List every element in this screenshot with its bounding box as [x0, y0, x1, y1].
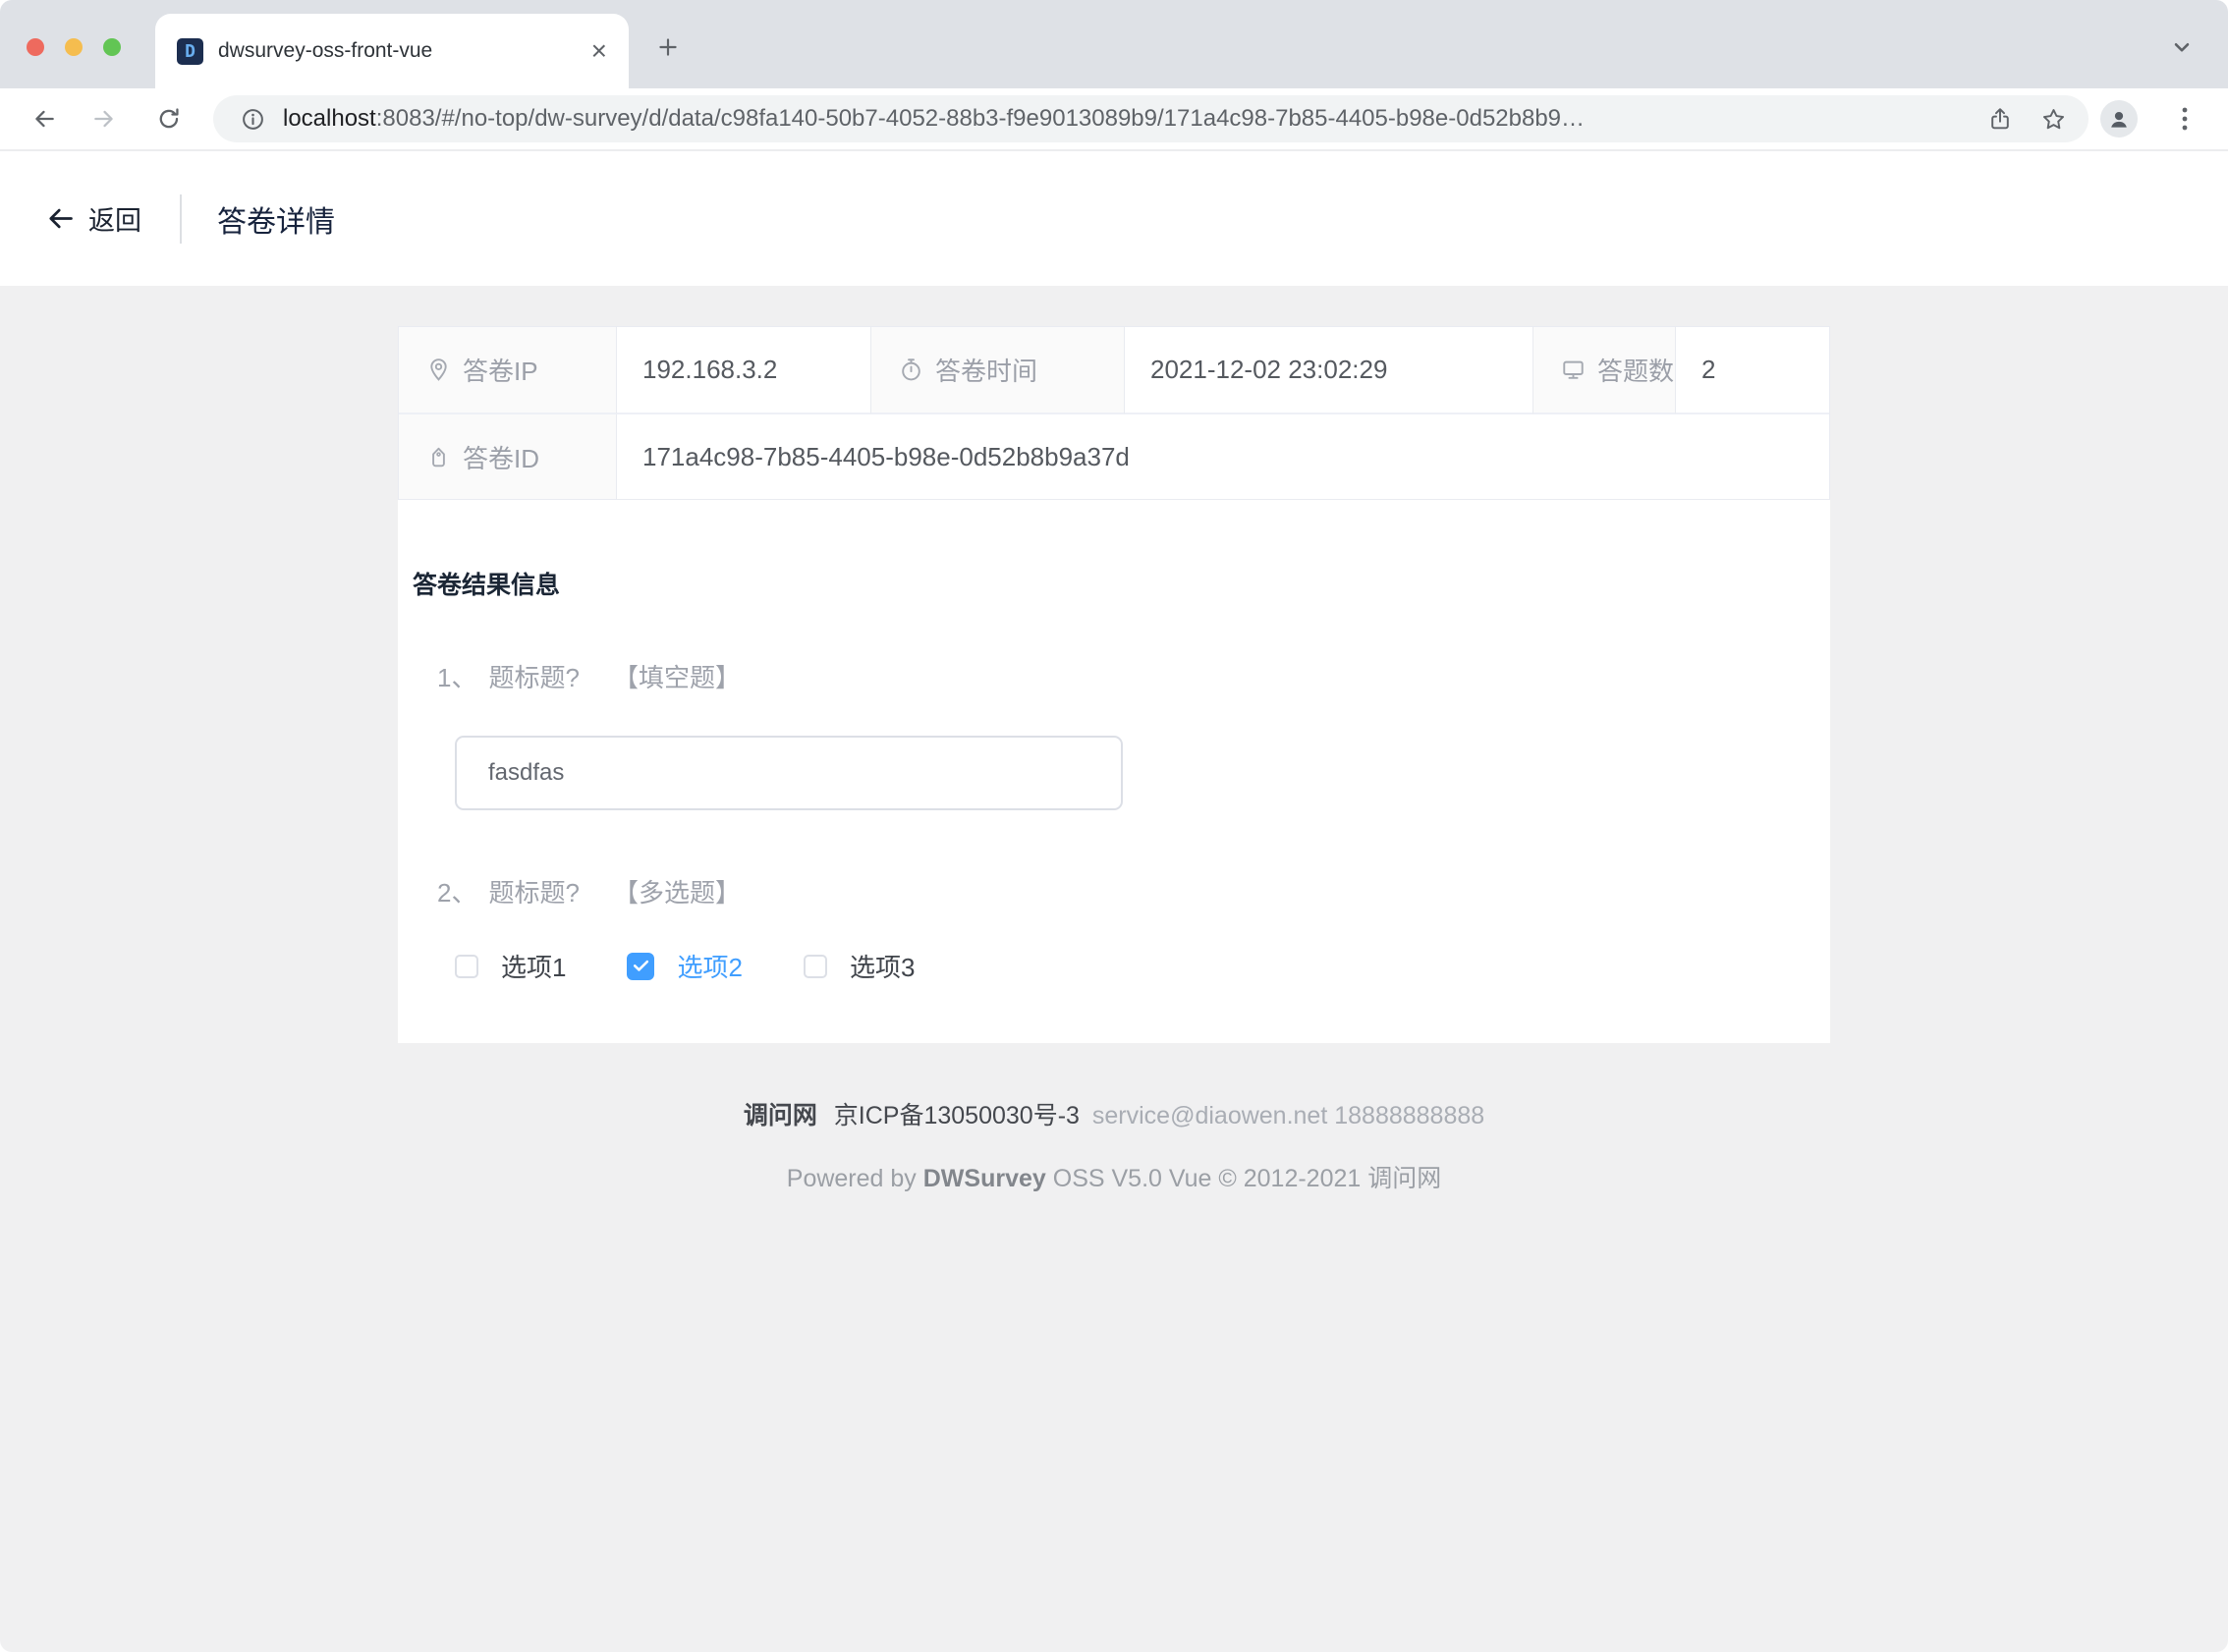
fullscreen-window-button[interactable]: [103, 38, 121, 56]
footer-icp: 京ICP备13050030号-3: [834, 1102, 1080, 1129]
answer-ip-label: 答卷IP: [463, 352, 538, 388]
footer-powered-prefix: Powered by: [787, 1165, 917, 1192]
minimize-window-button[interactable]: [65, 38, 83, 56]
url-path: :8083/#/no-top/dw-survey/d/data/c98fa140…: [376, 105, 1585, 132]
answer-ip-label-cell: 答卷IP: [399, 327, 617, 414]
page-body: 答卷IP 192.168.3.2 答卷时间 2021-12-02 23:02:2…: [0, 286, 2228, 1652]
back-label: 返回: [88, 199, 141, 238]
answer-time-value: 2021-12-02 23:02:29: [1125, 327, 1533, 414]
footer-contact-line: 调问网 京ICP备13050030号-3 service@diaowen.net…: [0, 1096, 2228, 1131]
table-row: 答卷ID 171a4c98-7b85-4405-b98e-0d52b8b9a37…: [399, 414, 1829, 499]
answer-count-value: 2: [1676, 327, 1829, 414]
reload-icon[interactable]: [156, 106, 182, 132]
new-tab-button[interactable]: [651, 30, 685, 64]
tab-strip: D dwsurvey-oss-front-vue ×: [0, 0, 2228, 88]
tag-icon: [425, 444, 452, 470]
plus-icon: [655, 34, 681, 60]
footer-contact: service@diaowen.net 18888888888: [1092, 1102, 1484, 1129]
chevron-down-icon: [2169, 34, 2195, 60]
question-text: 题标题?: [488, 663, 579, 692]
monitor-icon: [1560, 357, 1587, 383]
question-2-title: 2、题标题? 【多选题】: [437, 873, 741, 909]
page-title: 答卷详情: [217, 151, 335, 286]
site-info-icon[interactable]: [241, 107, 265, 132]
footer-brand: DWSurvey: [923, 1165, 1046, 1192]
checkbox-label[interactable]: 选项2: [677, 948, 742, 984]
checkbox-option-1[interactable]: 选项1: [455, 948, 566, 984]
footer-powered-suffix: OSS V5.0 Vue © 2012-2021 调问网: [1053, 1165, 1441, 1192]
url-host: localhost: [283, 105, 376, 132]
location-icon: [425, 357, 452, 383]
tab-favicon-icon: D: [177, 38, 203, 65]
tab-search-chevron-button[interactable]: [2168, 33, 2195, 60]
close-window-button[interactable]: [27, 38, 44, 56]
footer-powered-line: Powered by DWSurvey OSS V5.0 Vue © 2012-…: [0, 1159, 2228, 1194]
checkbox-label[interactable]: 选项3: [850, 948, 915, 984]
answer-count-label-cell: 答题数: [1533, 327, 1676, 414]
timer-icon: [898, 357, 924, 383]
checkbox-unchecked-icon[interactable]: [804, 955, 827, 978]
window-controls: [27, 38, 121, 56]
browser-window: D dwsurvey-oss-front-vue ×: [0, 0, 2228, 1652]
back-arrow-icon: [45, 203, 76, 234]
url-bar[interactable]: localhost:8083/#/no-top/dw-survey/d/data…: [213, 95, 2089, 142]
bookmark-star-icon[interactable]: [2040, 106, 2067, 133]
footer-site-name: 调问网: [744, 1102, 817, 1129]
question-type-tag: 【多选题】: [613, 878, 741, 908]
back-icon[interactable]: [31, 106, 57, 132]
results-section-title: 答卷结果信息: [413, 566, 560, 601]
question-text: 题标题?: [488, 878, 579, 908]
checkbox-checked-icon[interactable]: [627, 953, 654, 980]
question-1-answer-input[interactable]: [455, 736, 1123, 810]
checkbox-option-2[interactable]: 选项2: [627, 948, 742, 984]
tab-title: dwsurvey-oss-front-vue: [218, 39, 432, 63]
browser-tab[interactable]: D dwsurvey-oss-front-vue ×: [155, 14, 629, 88]
header-divider: [180, 194, 182, 244]
share-icon[interactable]: [1987, 106, 2013, 132]
question-number: 1、: [437, 663, 476, 692]
page-header: 返回 答卷详情: [0, 151, 2228, 286]
checkbox-label[interactable]: 选项1: [501, 948, 566, 984]
answer-time-label-cell: 答卷时间: [871, 327, 1125, 414]
forward-icon[interactable]: [91, 106, 117, 132]
answer-detail-card: 答卷IP 192.168.3.2 答卷时间 2021-12-02 23:02:2…: [398, 326, 1830, 1043]
question-1-title: 1、题标题? 【填空题】: [437, 658, 741, 694]
checkbox-option-3[interactable]: 选项3: [804, 948, 915, 984]
answer-id-value: 171a4c98-7b85-4405-b98e-0d52b8b9a37d: [617, 414, 1829, 499]
url-bar-actions: [1987, 106, 2067, 133]
tab-close-icon[interactable]: ×: [591, 37, 607, 65]
table-row: 答卷IP 192.168.3.2 答卷时间 2021-12-02 23:02:2…: [399, 327, 1829, 414]
answer-info-table: 答卷IP 192.168.3.2 答卷时间 2021-12-02 23:02:2…: [398, 326, 1830, 500]
answer-count-label: 答题数: [1597, 352, 1674, 388]
profile-avatar[interactable]: [2100, 100, 2138, 138]
browser-menu-kebab-icon[interactable]: [2173, 106, 2197, 132]
url-text: localhost:8083/#/no-top/dw-survey/d/data…: [283, 105, 1585, 133]
answer-id-label: 答卷ID: [463, 439, 539, 475]
answer-ip-value: 192.168.3.2: [617, 327, 871, 414]
answer-time-label: 答卷时间: [935, 352, 1037, 388]
browser-toolbar: localhost:8083/#/no-top/dw-survey/d/data…: [0, 88, 2228, 151]
question-2-options: 选项1 选项2 选项3: [455, 948, 975, 984]
back-link[interactable]: 返回: [45, 151, 141, 286]
question-type-tag: 【填空题】: [613, 663, 741, 692]
question-number: 2、: [437, 878, 476, 908]
person-icon: [2106, 106, 2132, 132]
answer-id-label-cell: 答卷ID: [399, 414, 617, 499]
check-icon: [632, 957, 650, 975]
checkbox-unchecked-icon[interactable]: [455, 955, 478, 978]
